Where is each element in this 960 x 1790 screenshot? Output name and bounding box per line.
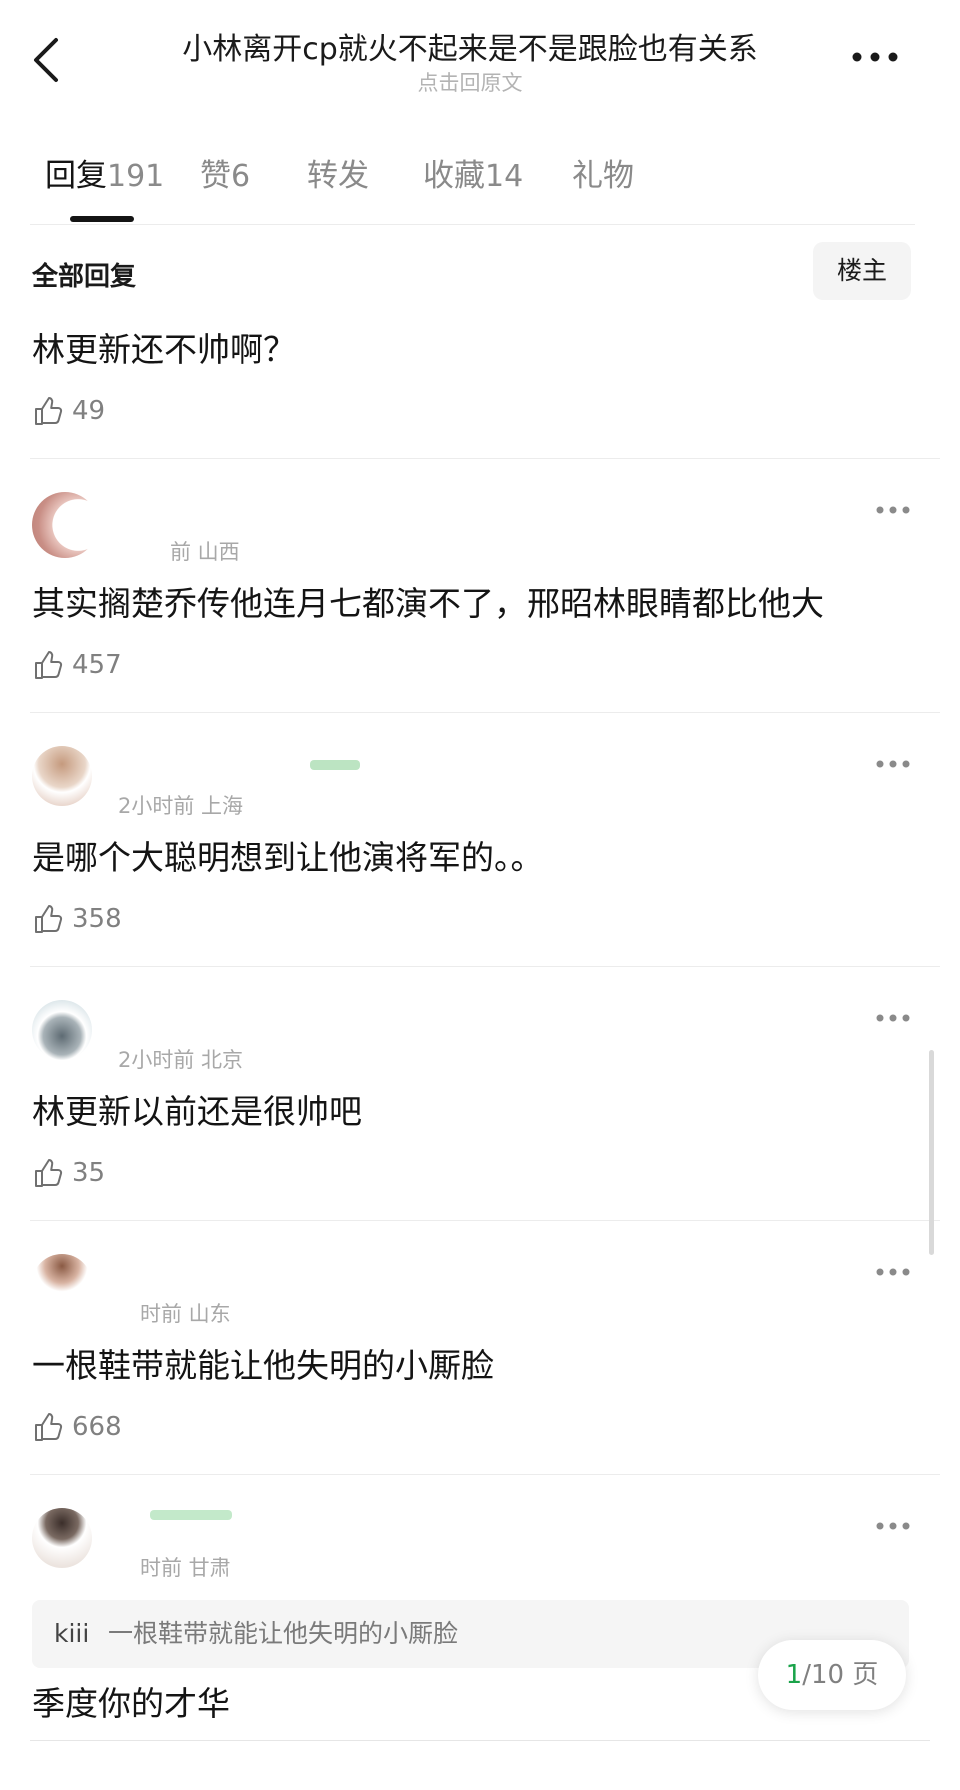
divider: [30, 224, 915, 225]
comment-meta: 前 山西: [170, 540, 240, 564]
comment-text: 林更新还不帅啊？: [32, 330, 296, 369]
divider: [30, 712, 940, 713]
like-count: 668: [72, 1412, 122, 1442]
like-count: 358: [72, 904, 122, 934]
blurred-username: [150, 1510, 232, 1520]
title-block[interactable]: 小林离开cp就火不起来是不是跟脸也有关系 点击回原文: [120, 30, 820, 96]
tab-likes-label: 赞: [200, 158, 231, 194]
thumbs-up-icon: [35, 397, 63, 425]
like-count: 457: [72, 650, 122, 680]
tab-reposts-label: 转发: [307, 158, 369, 194]
more-horizontal-icon[interactable]: [850, 46, 900, 68]
top-bar: 小林离开cp就火不起来是不是跟脸也有关系 点击回原文: [0, 0, 960, 110]
tab-replies[interactable]: 回复191: [45, 150, 164, 203]
comment-text: 其实搁楚乔传他连月七都演不了，邢昭林眼睛都比他大: [32, 584, 824, 623]
tab-replies-label: 回复: [45, 158, 107, 194]
bottom-edge: [0, 1735, 960, 1790]
avatar[interactable]: [32, 746, 92, 806]
chevron-left-icon[interactable]: [28, 34, 68, 86]
thumbs-up-icon: [35, 905, 63, 933]
like-count: 49: [72, 396, 106, 426]
comment-meta: 2小时前 北京: [118, 1048, 244, 1072]
avatar[interactable]: [32, 492, 98, 558]
thumbs-up-icon: [35, 1159, 63, 1187]
current-page: 1: [785, 1660, 803, 1690]
total-pages: /10 页: [802, 1660, 879, 1690]
avatar[interactable]: [32, 1000, 92, 1060]
page-indicator[interactable]: 1/10 页: [758, 1640, 906, 1710]
back-to-original-link[interactable]: 点击回原文: [120, 70, 820, 96]
comment-meta: 时前 甘肃: [140, 1556, 231, 1580]
comment-text: 林更新以前还是很帅吧: [32, 1092, 362, 1131]
active-tab-indicator: [70, 216, 134, 222]
avatar[interactable]: [32, 1254, 92, 1314]
post-title[interactable]: 小林离开cp就火不起来是不是跟脸也有关系: [120, 30, 820, 70]
divider: [30, 1474, 940, 1475]
thumbs-up-icon: [35, 651, 63, 679]
owner-only-button[interactable]: 楼主: [813, 242, 911, 300]
more-horizontal-icon[interactable]: [875, 1266, 911, 1278]
tab-gifts[interactable]: 礼物: [572, 150, 634, 202]
tab-favorites[interactable]: 收藏14: [423, 150, 523, 203]
tab-replies-count: 191: [107, 159, 165, 194]
like-count: 35: [72, 1158, 106, 1188]
more-horizontal-icon[interactable]: [875, 1012, 911, 1024]
divider: [30, 1220, 940, 1221]
tab-reposts[interactable]: 转发: [307, 150, 369, 202]
more-horizontal-icon[interactable]: [875, 504, 911, 516]
avatar[interactable]: [32, 1508, 92, 1568]
divider: [30, 1740, 930, 1741]
comment-meta: 2小时前 上海: [118, 794, 244, 818]
thumbs-up-icon: [35, 1413, 63, 1441]
more-horizontal-icon[interactable]: [875, 1520, 911, 1532]
tab-likes[interactable]: 赞6: [200, 150, 250, 203]
quoted-username: kiii: [54, 1619, 90, 1648]
quoted-text: 一根鞋带就能让他失明的小厮脸: [108, 1619, 459, 1648]
tab-favorites-count: 14: [485, 159, 524, 194]
comment-meta: 时前 山东: [140, 1302, 231, 1326]
tab-bar: 回复191 赞6 转发 收藏14 礼物: [45, 150, 915, 230]
scrollbar[interactable]: [929, 1050, 934, 1255]
divider: [30, 458, 940, 459]
divider: [30, 966, 940, 967]
tab-gifts-label: 礼物: [572, 158, 634, 194]
more-horizontal-icon[interactable]: [875, 758, 911, 770]
comment-text: 季度你的才华: [32, 1684, 230, 1723]
tab-likes-count: 6: [231, 159, 251, 194]
comment-text: 是哪个大聪明想到让他演将军的。。: [32, 838, 544, 877]
tab-favorites-label: 收藏: [423, 158, 485, 194]
comment-text: 一根鞋带就能让他失明的小厮脸: [32, 1346, 494, 1385]
all-replies-label: 全部回复: [32, 262, 137, 292]
blurred-username: [310, 760, 360, 770]
